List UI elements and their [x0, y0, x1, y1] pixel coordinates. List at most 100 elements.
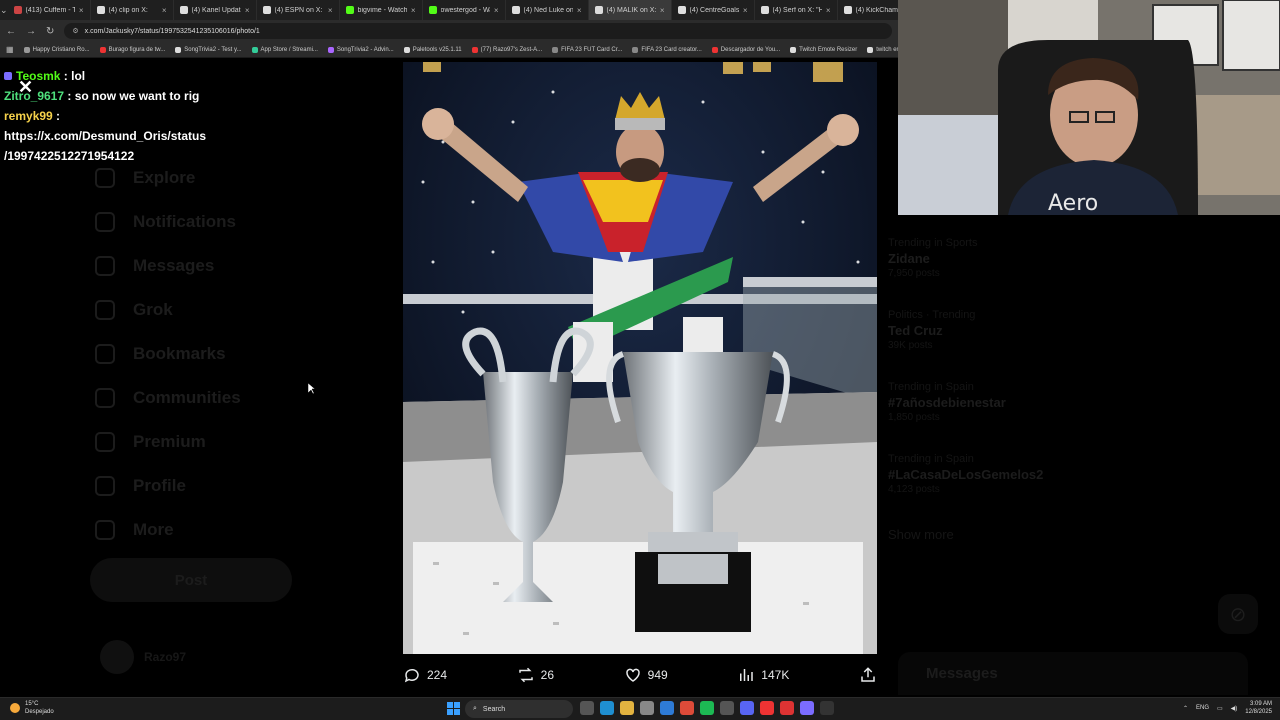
like-count: 949 — [647, 668, 668, 682]
browser-tab[interactable]: bigvime - Watch × — [340, 0, 423, 20]
messages-drawer[interactable]: Messages — [898, 652, 1248, 695]
bookmark-item[interactable]: App Store / Streami... — [251, 46, 318, 53]
bookmark-label: FIFA 23 Card creator... — [641, 46, 702, 53]
spotify-icon[interactable] — [700, 701, 714, 715]
sidebar-item-label: More — [133, 520, 174, 539]
sidebar-item-bookmarks[interactable]: Bookmarks — [95, 332, 355, 376]
browser-tab[interactable]: (4) clip on X: × — [91, 0, 174, 20]
browser-tab[interactable]: (4) Serf on X: "H × — [755, 0, 838, 20]
share-button[interactable] — [859, 666, 877, 684]
tab-close-icon[interactable]: × — [660, 6, 665, 15]
browser-tab[interactable]: (4) Ned Luke on × — [506, 0, 589, 20]
tab-close-icon[interactable]: × — [826, 6, 831, 15]
trend-item[interactable]: Trending in Spain #LaCasaDeLosGemelos2 4,1… — [888, 451, 1188, 523]
browser-tab[interactable]: (4) Kanel Update: × — [174, 0, 257, 20]
browser-tab[interactable]: (4) KickChamp× — [838, 0, 898, 20]
mail-icon[interactable] — [660, 701, 674, 715]
grok-floating-button[interactable]: ⊘ — [1218, 594, 1258, 634]
browser-tab-bar: ⌄ (413) Cuffem - Tw×(4) clip on X:×(4) K… — [0, 0, 898, 20]
sidebar-item-label: Explore — [133, 168, 196, 187]
language-indicator[interactable]: ENG — [1196, 705, 1209, 711]
site-info-icon[interactable]: ⚙ — [72, 27, 78, 35]
bookmark-item[interactable]: Twitch Emote Resizer — [790, 46, 857, 53]
bookmark-item[interactable]: SongTrivia2 - Test y... — [175, 46, 242, 53]
account-switcher[interactable]: Razo97 — [100, 640, 186, 674]
sidebar-item-communities[interactable]: Communities — [95, 376, 355, 420]
tab-close-icon[interactable]: × — [79, 6, 84, 15]
bookmark-item[interactable]: Burago figura de tw... — [99, 46, 165, 53]
views-button[interactable]: 147K — [737, 666, 789, 684]
tray-expand-icon[interactable]: ⌃ — [1183, 705, 1188, 712]
discord-icon[interactable] — [740, 701, 754, 715]
terminal-icon[interactable] — [820, 701, 834, 715]
reply-button[interactable]: 224 — [403, 666, 447, 684]
bookmark-item[interactable]: SongTrivia2 - Advin... — [327, 46, 394, 53]
sidebar-item-premium[interactable]: Premium — [95, 420, 355, 464]
trend-item[interactable]: Trending in Spain #7añosdebienestar 1,850 … — [888, 379, 1188, 451]
tab-close-icon[interactable]: × — [162, 6, 167, 15]
clock[interactable]: 3:09 AM 12/8/2025 — [1245, 700, 1272, 716]
tab-favicon-icon — [96, 6, 105, 14]
tab-close-icon[interactable]: × — [328, 6, 333, 15]
file-explorer-icon[interactable] — [620, 701, 634, 715]
stream-chat-overlay: Teosmk : lol Zitro_9617 : so now we want… — [4, 66, 304, 166]
windows-start-icon[interactable] — [447, 702, 460, 715]
sidebar-item-profile[interactable]: Profile — [95, 464, 355, 508]
show-more-link[interactable]: Show more — [888, 523, 1188, 595]
sidebar-item-messages[interactable]: Messages — [95, 244, 355, 288]
repost-count: 26 — [540, 668, 555, 682]
settings-icon[interactable] — [720, 701, 734, 715]
bookmark-item[interactable]: Descargador de You... — [711, 46, 780, 53]
apps-grid-icon[interactable]: ▦ — [6, 45, 14, 54]
bookmark-item[interactable]: (77) Razo97's Zest-A... — [471, 46, 542, 53]
browser-tab[interactable]: (4) CentreGoals × — [672, 0, 755, 20]
bookmark-item[interactable]: Paletools v25.1.11 — [403, 46, 462, 53]
browser-tab[interactable]: (413) Cuffem - Tw × — [8, 0, 91, 20]
post-photo[interactable] — [403, 62, 877, 654]
tab-close-icon[interactable]: × — [411, 6, 416, 15]
sidebar-item-label: Notifications — [133, 212, 236, 231]
task-view-icon[interactable] — [580, 701, 594, 715]
browser-tab[interactable]: owestergod - Wat × — [423, 0, 506, 20]
tab-close-icon[interactable]: × — [743, 6, 748, 15]
like-button[interactable]: 949 — [624, 666, 668, 684]
weather-widget[interactable]: 15°C Despejado — [10, 700, 54, 716]
edge-icon[interactable] — [600, 701, 614, 715]
back-icon[interactable]: ← — [6, 26, 16, 37]
tab-close-icon[interactable]: × — [245, 6, 250, 15]
pinned-apps — [580, 701, 834, 715]
chrome-icon[interactable] — [680, 701, 694, 715]
bookmark-item[interactable]: Happy Cristiano Ro... — [23, 46, 90, 53]
tab-title: (4) clip on X: — [108, 6, 148, 14]
tab-favicon-icon — [13, 6, 22, 14]
repost-button[interactable]: 26 — [517, 666, 554, 684]
sidebar-item-grok[interactable]: Grok — [95, 288, 355, 332]
taskbar-search[interactable]: ⌕ Search — [465, 700, 573, 718]
bookmark-item[interactable]: FIFA 23 FUT Card Cr... — [552, 46, 622, 53]
post-button[interactable]: Post — [90, 558, 292, 602]
reload-icon[interactable]: ↻ — [46, 26, 54, 37]
browser-tab[interactable]: (4) ESPN on X: "T × — [257, 0, 340, 20]
forward-icon[interactable]: → — [26, 26, 36, 37]
bookmark-favicon-icon — [99, 46, 106, 53]
bookmark-favicon-icon — [175, 46, 182, 53]
tab-close-icon[interactable]: × — [577, 6, 582, 15]
bookmark-item[interactable]: twitch em — [867, 46, 898, 53]
profile-icon — [95, 476, 115, 496]
sidebar-item-more[interactable]: More — [95, 508, 355, 552]
browser-tab[interactable]: (4) MALIK on X: × — [588, 0, 672, 20]
trend-item[interactable]: Trending in Sports Zidane 7,950 posts — [888, 235, 1188, 307]
media-app-icon[interactable] — [760, 701, 774, 715]
store-icon[interactable] — [640, 701, 654, 715]
network-icon[interactable]: ▭ — [1217, 705, 1223, 712]
volume-icon[interactable]: ◀) — [1231, 705, 1238, 712]
tab-search-icon[interactable]: ⌄ — [0, 5, 8, 16]
bookmark-label: Happy Cristiano Ro... — [32, 46, 90, 53]
url-field[interactable]: ⚙ x.com/Jackusky7/status/199753254123510… — [64, 23, 892, 39]
bookmark-item[interactable]: FIFA 23 Card creator... — [632, 46, 702, 53]
tab-close-icon[interactable]: × — [494, 6, 499, 15]
teams-icon[interactable] — [800, 701, 814, 715]
streaming-app-icon[interactable] — [780, 701, 794, 715]
sidebar-item-notifications[interactable]: Notifications — [95, 200, 355, 244]
trend-item[interactable]: Politics · Trending Ted Cruz 39K posts — [888, 307, 1188, 379]
